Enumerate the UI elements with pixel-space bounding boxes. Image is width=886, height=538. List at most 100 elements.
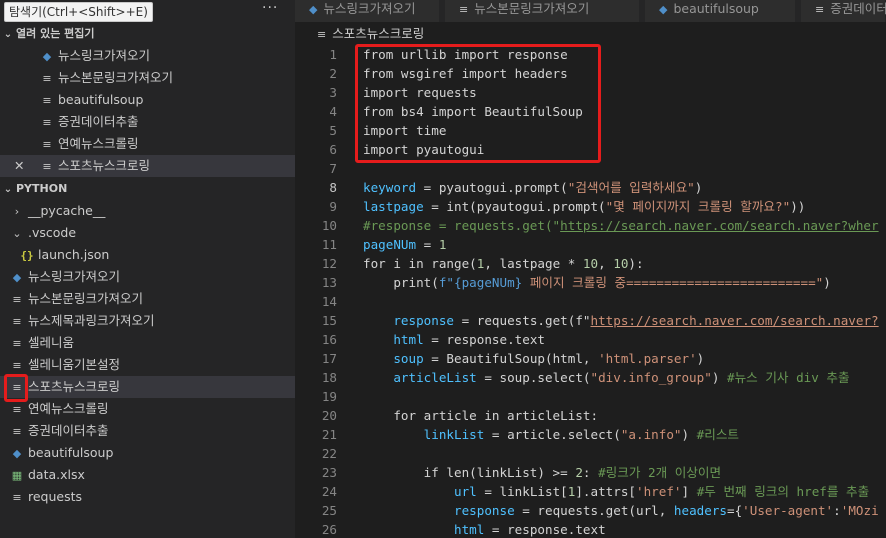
code-text: print(f"{pageNUm} 페이지 크롤링 중=============… [363, 273, 831, 292]
file-tree-label: 증권데이터추출 [28, 423, 109, 438]
open-editor-item[interactable]: ≡ 증권데이터추출 [0, 111, 295, 133]
code-token: #링크가 2개 이상이면 [598, 465, 722, 480]
open-editor-label: 연예뉴스크롤링 [58, 136, 139, 151]
line-number: 8 [329, 180, 337, 195]
code-token: = response.text [423, 332, 546, 347]
open-editor-item[interactable]: ≡ beautifulsoup [0, 89, 295, 111]
code-token: = pyautogui.prompt( [416, 180, 568, 195]
file-tree-item[interactable]: ≡ 스포츠뉴스크로링 [0, 376, 295, 398]
file-tree-item[interactable]: ≡ 뉴스제목과링크가져오기 [0, 310, 295, 332]
line-number: 3 [329, 85, 337, 100]
file-tree-label: __pycache__ [28, 203, 106, 218]
file-icon: ≡ [42, 72, 52, 85]
file-tree-item[interactable]: ≡ 증권데이터추출 [0, 420, 295, 442]
red-annotation-box [4, 374, 28, 402]
file-tree-item[interactable]: ▦ data.xlsx [0, 464, 295, 486]
file-tree-item[interactable]: › __pycache__ [0, 200, 295, 222]
code-token: ): [628, 256, 644, 271]
code-line[interactable]: 18 articleList = soup.select("div.info_g… [295, 368, 886, 387]
editor-tab[interactable]: ≡ 뉴스본문링크가져오기 [445, 0, 640, 22]
code-line[interactable]: 20 for article in articleList: [295, 406, 886, 425]
file-tree-item[interactable]: ◆ beautifulsoup [0, 442, 295, 464]
more-actions-icon[interactable]: ··· [262, 0, 278, 16]
explorer-title-tooltip: 탐색기(Ctrl+<Shift>+E) [4, 2, 153, 22]
code-token: 1 [438, 237, 447, 252]
breadcrumb-file: 스포츠뉴스크로링 [332, 26, 425, 41]
file-tree-item[interactable]: ◆ 뉴스링크가져오기 [0, 266, 295, 288]
file-tree-label: 셀레니움기본설정 [28, 357, 121, 372]
open-editor-item[interactable]: ◆ 뉴스링크가져오기 [0, 45, 295, 67]
code-text: lastpage = int(pyautogui.prompt("몇 페이지까지… [363, 197, 805, 216]
code-line[interactable]: 12 for i in range(1, lastpage * 10, 10): [295, 254, 886, 273]
code-line[interactable]: 23 if len(linkList) >= 2: #링크가 2개 이상이면 [295, 463, 886, 482]
close-icon[interactable]: ✕ [0, 155, 40, 177]
file-tree-item[interactable]: ≡ 연예뉴스크롤링 [0, 398, 295, 420]
explorer-header: 탐색기(Ctrl+<Shift>+E) ··· [0, 0, 295, 22]
python-icon: ◆ [12, 271, 22, 284]
code-line[interactable]: 22 [295, 444, 886, 463]
code-line[interactable]: 19 [295, 387, 886, 406]
line-number: 9 [329, 199, 337, 214]
code-line[interactable]: 21 linkList = article.select("a.info") #… [295, 425, 886, 444]
file-tree-label: 뉴스제목과링크가져오기 [28, 313, 155, 328]
file-tree-item[interactable]: ≡ 셀레니움 [0, 332, 295, 354]
code-line[interactable]: 14 [295, 292, 886, 311]
open-editor-label: 뉴스본문링크가져오기 [58, 70, 174, 85]
code-token: 10 [613, 256, 629, 271]
code-text: url = linkList[1].attrs['href'] #두 번째 링크… [363, 482, 869, 501]
line-number: 19 [321, 389, 337, 404]
code-line[interactable]: 10 #response = requests.get("https://sear… [295, 216, 886, 235]
file-icon: ≡ [42, 138, 52, 151]
code-text: linkList = article.select("a.info") #리스트 [363, 425, 739, 444]
open-editor-item[interactable]: ≡ 뉴스본문링크가져오기 [0, 67, 295, 89]
line-number: 24 [321, 484, 337, 499]
code-line[interactable]: 9 lastpage = int(pyautogui.prompt("몇 페이지까… [295, 197, 886, 216]
line-number: 10 [321, 218, 337, 233]
editor-tab[interactable]: ◆ beautifulsoup [645, 0, 796, 22]
file-tree-label: 스포츠뉴스크로링 [28, 379, 121, 394]
code-line[interactable]: 15 response = requests.get(f"https://sea… [295, 311, 886, 330]
open-editor-item[interactable]: ≡ 연예뉴스크롤링 [0, 133, 295, 155]
code-line[interactable]: 24 url = linkList[1].attrs['href'] #두 번째… [295, 482, 886, 501]
code-line[interactable]: 16 html = response.text [295, 330, 886, 349]
file-tree-label: .vscode [28, 225, 77, 240]
code-line[interactable]: 8 keyword = pyautogui.prompt("검색어를 입력하세요"… [295, 178, 886, 197]
code-token: {pageNUm} [454, 275, 523, 290]
open-editor-item[interactable]: ✕ ≡ 스포츠뉴스크로링 [0, 155, 295, 177]
breadcrumb[interactable]: ≡ 스포츠뉴스크로링 [295, 24, 424, 44]
editor-tab[interactable]: ≡ 증권데이터 [801, 0, 886, 22]
code-token: response [454, 503, 515, 518]
open-editor-label: 증권데이터추출 [58, 114, 139, 129]
code-line[interactable]: 11 pageNUm = 1 [295, 235, 886, 254]
file-tree-item[interactable]: ≡ requests [0, 486, 295, 508]
code-token: : [582, 465, 599, 480]
open-editors-header[interactable]: ⌄ 열려 있는 편집기 [0, 23, 295, 45]
file-tree-item[interactable]: ≡ 뉴스본문링크가져오기 [0, 288, 295, 310]
file-tree-item[interactable]: ≡ 셀레니움기본설정 [0, 354, 295, 376]
file-icon: ≡ [815, 3, 825, 16]
line-number: 4 [329, 104, 337, 119]
file-icon: ≡ [459, 3, 469, 16]
line-number: 5 [329, 123, 337, 138]
explorer-sidebar: 탐색기(Ctrl+<Shift>+E) ··· ⌄ 열려 있는 편집기 ◆ 뉴스링크… [0, 0, 295, 538]
chevron-down-icon: ⌄ [3, 184, 13, 195]
code-line[interactable]: 17 soup = BeautifulSoup(html, 'html.pars… [295, 349, 886, 368]
code-line[interactable]: 13 print(f"{pageNUm} 페이지 크롤링 중==========… [295, 273, 886, 292]
code-token: linkList [423, 427, 485, 442]
editor-tab[interactable]: ◆ 뉴스링크가져오기 [295, 0, 440, 22]
file-tree-item[interactable]: {} launch.json [0, 244, 295, 266]
code-token: 'MOzi [840, 503, 879, 518]
code-line[interactable]: 25 response = requests.get(url, headers=… [295, 501, 886, 520]
file-tree-label: 뉴스링크가져오기 [28, 269, 121, 284]
code-token: ].attrs[ [575, 484, 637, 499]
line-number: 20 [321, 408, 337, 423]
code-line[interactable]: 26 html = response.text [295, 520, 886, 538]
file-tree-label: beautifulsoup [28, 445, 114, 460]
excel-icon: ▦ [11, 469, 23, 482]
file-tree-item[interactable]: ⌄ .vscode [0, 222, 295, 244]
project-header[interactable]: ⌄ PYTHON [0, 178, 295, 200]
